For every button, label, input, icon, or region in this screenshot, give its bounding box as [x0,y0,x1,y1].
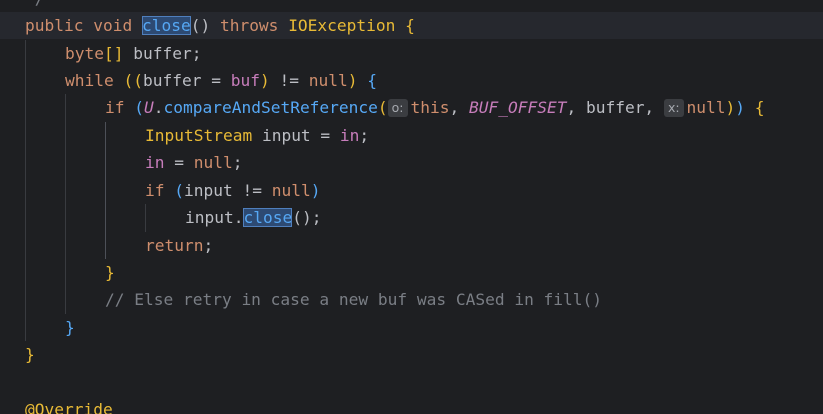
code-token: ) [735,98,755,117]
code-token: (( [123,71,143,90]
code-text: if (input != null) [145,177,320,204]
code-line[interactable]: return; [0,232,823,259]
code-token: IOException [288,16,406,35]
code-token: ) [310,181,321,200]
code-text: in = null; [145,149,242,176]
code-token: if [105,98,135,117]
code-token: { [367,71,377,90]
code-text: byte[] buffer; [65,40,201,67]
code-line[interactable]: byte[] buffer; [0,40,823,67]
code-line[interactable] [0,369,823,396]
code-token: { [754,98,765,117]
code-token: throws [219,16,289,35]
code-token: ( [134,98,144,117]
code-line[interactable]: public void close() throws IOException { [0,12,823,39]
code-token: buffer = [142,71,231,90]
code-line[interactable]: @Override [0,396,823,414]
code-text: while ((buffer = buf) != null) { [65,67,377,94]
code-text: public void close() throws IOException { [25,12,415,39]
code-text: if (U.compareAndSetReference(o: this, BUF… [105,94,765,121]
code-line[interactable]: } [0,259,823,286]
code-token: // Else retry in case a new buf was CASe… [105,290,603,309]
code-token: this [410,98,450,117]
code-token: ; [203,236,214,255]
code-line[interactable]: if (U.compareAndSetReference(o: this, BUF… [0,94,823,121]
code-text: return; [145,232,213,259]
code-token: ( [377,98,388,117]
parameter-hint[interactable]: o: [387,99,408,117]
code-token: , buffer, [566,98,664,117]
code-token: . [153,98,164,117]
code-token: @Override [25,400,113,414]
code-token: } [105,263,115,282]
code-token: in [339,126,360,145]
code-token: byte [65,44,104,63]
code-text: @Override [25,396,113,414]
code-token: ; [232,153,243,172]
code-line[interactable]: while ((buffer = buf) != null) { [0,67,823,94]
code-text: input.close(); [185,204,321,231]
highlighted-usage[interactable]: close [141,16,191,35]
code-token: } [25,345,35,364]
code-token: in [145,153,165,172]
code-token: null [271,181,311,200]
code-token: ) [725,98,736,117]
code-token: } [65,318,75,337]
code-line[interactable]: InputStream input = in; [0,122,823,149]
code-token: U [144,98,154,117]
code-text: InputStream input = in; [145,122,369,149]
highlighted-usage[interactable]: close [243,208,293,227]
code-editor[interactable]: */public void close() throws IOException… [0,0,823,414]
code-line[interactable]: } [0,341,823,368]
code-line[interactable]: input.close(); [0,204,823,231]
code-token: = [164,153,194,172]
code-text: */ [25,0,45,12]
code-token: public [25,16,94,35]
code-token: void [93,16,142,35]
code-line[interactable]: // Else retry in case a new buf was CASe… [0,286,823,313]
code-text: } [65,314,75,341]
code-token: null [193,153,233,172]
code-token: input = [261,126,340,145]
code-token: , [449,98,469,117]
code-token: () [190,16,220,35]
code-line[interactable]: if (input != null) [0,177,823,204]
code-line[interactable]: } [0,314,823,341]
code-token: while [65,71,124,90]
code-token: if [145,181,175,200]
code-token: ) [259,71,280,90]
code-token: ( [174,181,184,200]
code-token: ) [347,71,368,90]
code-line[interactable]: */ [0,0,823,12]
code-token: input. [185,208,244,227]
code-token: [] [103,44,134,63]
code-token: null [686,98,726,117]
code-token: { [405,16,415,35]
code-token: BUF_OFFSET [469,98,567,117]
code-token: input != [184,181,272,200]
code-text: // Else retry in case a new buf was CASe… [105,286,602,313]
code-token: return [145,236,204,255]
code-token: buffer; [133,44,202,63]
code-token: compareAndSetReference [163,98,378,117]
code-text: } [25,341,35,368]
code-token: buf [230,71,260,90]
code-token: null [308,71,348,90]
code-token: ; [359,126,370,145]
parameter-hint[interactable]: x: [663,99,684,117]
code-token: InputStream [145,126,262,145]
code-line[interactable]: in = null; [0,149,823,176]
code-token: */ [25,0,45,8]
code-token: (); [292,208,322,227]
code-token: != [279,71,309,90]
code-text: } [105,259,115,286]
